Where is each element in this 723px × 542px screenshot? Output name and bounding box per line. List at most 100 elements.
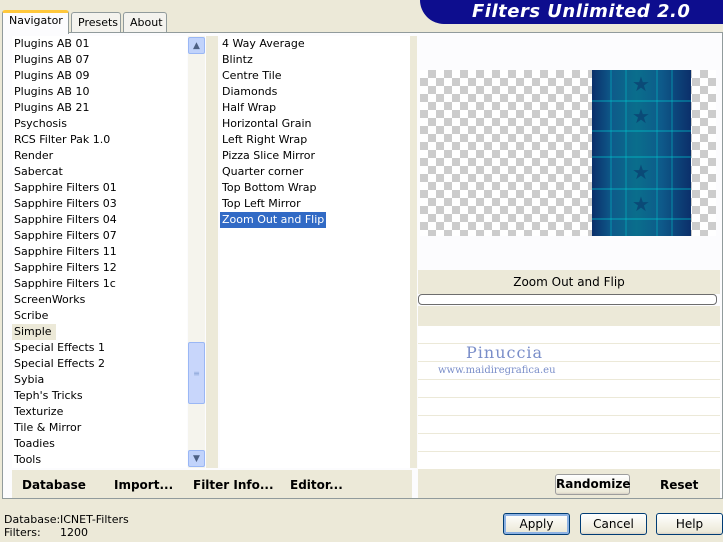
star-icon: ★ [632,192,650,216]
category-item[interactable]: Render [12,148,53,164]
param-row [418,452,720,470]
divider [206,36,218,468]
category-item-row: Sapphire Filters 11 [12,244,187,260]
category-item[interactable]: Plugins AB 01 [12,36,89,52]
category-item-row: Teph's Tricks [12,388,187,404]
filter-item[interactable]: Top Left Mirror [220,196,301,212]
preview-image: ★ ★ ★ ★ [592,70,691,236]
filter-item-row: 4 Way Average [220,36,410,52]
category-list[interactable]: Plugins AB 01 Plugins AB 07 Plugins AB 09 P… [12,36,187,468]
banner-title: Filters Unlimited 2.0 [472,1,691,22]
scroll-down-button[interactable]: ▼ [188,450,205,467]
category-item[interactable]: Psychosis [12,116,67,132]
category-item-row: Sapphire Filters 1c [12,276,187,292]
watermark-name: Pinuccia [466,343,544,362]
progress-bar [418,294,717,305]
category-item[interactable]: Scribe [12,308,48,324]
category-scrollbar[interactable]: ▲ ≡ ▼ [188,36,205,468]
category-item[interactable]: Special Effects 2 [12,356,105,372]
category-item[interactable]: Sapphire Filters 1c [12,276,116,292]
filter-item-row: Top Left Mirror [220,196,410,212]
category-item-row: Psychosis [12,116,187,132]
randomize-button[interactable]: Randomize [555,474,630,495]
category-item-row: Tile & Mirror [12,420,187,436]
filter-item[interactable]: Centre Tile [220,68,282,84]
current-filter-name: Zoom Out and Flip [418,270,720,294]
filter-item[interactable]: Top Bottom Wrap [220,180,317,196]
database-button[interactable]: Database [22,478,86,492]
param-row [418,380,720,398]
category-item-row: Plugins AB 01 [12,36,187,52]
category-item[interactable]: Sapphire Filters 07 [12,228,117,244]
category-item-row: RCS Filter Pak 1.0 [12,132,187,148]
filter-item[interactable]: Pizza Slice Mirror [220,148,315,164]
category-item[interactable]: Special Effects 1 [12,340,105,356]
category-item[interactable]: RCS Filter Pak 1.0 [12,132,110,148]
category-item-row: Render [12,148,187,164]
import-button[interactable]: Import... [114,478,173,492]
category-item[interactable]: Tile & Mirror [12,420,81,436]
database-label: Database: [4,513,61,526]
category-item[interactable]: Plugins AB 21 [12,100,89,116]
category-item[interactable]: Plugins AB 09 [12,68,89,84]
category-item[interactable]: ScreenWorks [12,292,85,308]
filter-item-row: Half Wrap [220,100,410,116]
category-item[interactable]: Plugins AB 07 [12,52,89,68]
filter-item[interactable]: 4 Way Average [220,36,305,52]
scroll-up-button[interactable]: ▲ [188,37,205,54]
filter-list[interactable]: 4 Way Average Blintz Centre Tile Diamonds Ha… [220,36,410,468]
filter-item[interactable]: Half Wrap [220,100,276,116]
category-item[interactable]: Plugins AB 10 [12,84,89,100]
category-item[interactable]: Teph's Tricks [12,388,83,404]
scroll-thumb[interactable]: ≡ [188,342,205,404]
category-item[interactable]: Sapphire Filters 03 [12,196,117,212]
param-row [418,326,720,344]
filter-info-button[interactable]: Filter Info... [193,478,274,492]
category-item[interactable]: Sapphire Filters 04 [12,212,117,228]
filter-item[interactable]: Blintz [220,52,253,68]
category-item[interactable]: Sapphire Filters 01 [12,180,117,196]
filter-item-row: Pizza Slice Mirror [220,148,410,164]
category-item-row: Sapphire Filters 04 [12,212,187,228]
database-value: ICNET-Filters [60,513,129,526]
filter-item[interactable]: Horizontal Grain [220,116,311,132]
tab-presets[interactable]: Presets [71,12,121,32]
category-item[interactable]: Sabercat [12,164,63,180]
params-header [418,306,720,326]
param-row [418,416,720,434]
filter-item-row: Left Right Wrap [220,132,410,148]
editor-button[interactable]: Editor... [290,478,343,492]
tab-navigator[interactable]: Navigator [2,10,69,34]
category-item[interactable]: Sybia [12,372,44,388]
tab-about[interactable]: About [123,12,167,32]
category-item[interactable]: Sapphire Filters 12 [12,260,117,276]
chevron-down-icon: ▼ [193,453,200,464]
filter-item[interactable]: Left Right Wrap [220,132,307,148]
filter-item[interactable]: Diamonds [220,84,277,100]
category-item[interactable]: Tools [12,452,41,468]
category-item-row: Plugins AB 07 [12,52,187,68]
category-item-row: Simple [12,324,187,340]
filter-item[interactable]: Quarter corner [220,164,303,180]
category-item-row: Texturize [12,404,187,420]
category-item[interactable]: Sapphire Filters 11 [12,244,117,260]
category-item-row: Sabercat [12,164,187,180]
filter-item-row: Horizontal Grain [220,116,410,132]
cancel-button[interactable]: Cancel [580,513,647,535]
category-item[interactable]: Toadies [12,436,55,452]
watermark-url: www.maidiregrafica.eu [438,365,556,376]
filter-item[interactable]: Zoom Out and Flip [220,212,327,228]
filter-item-row: Top Bottom Wrap [220,180,410,196]
param-row [418,434,720,452]
reset-button[interactable]: Reset [660,478,698,492]
category-item-row: Tools [12,452,187,468]
apply-button[interactable]: Apply [503,513,570,535]
help-button[interactable]: Help [656,513,723,535]
filter-item-row: Zoom Out and Flip [220,212,410,228]
category-item-row: Sapphire Filters 07 [12,228,187,244]
filter-item-row: Diamonds [220,84,410,100]
category-item-row: Plugins AB 21 [12,100,187,116]
category-item[interactable]: Texturize [12,404,63,420]
category-item-row: Special Effects 2 [12,356,187,372]
category-item[interactable]: Simple [12,324,56,340]
